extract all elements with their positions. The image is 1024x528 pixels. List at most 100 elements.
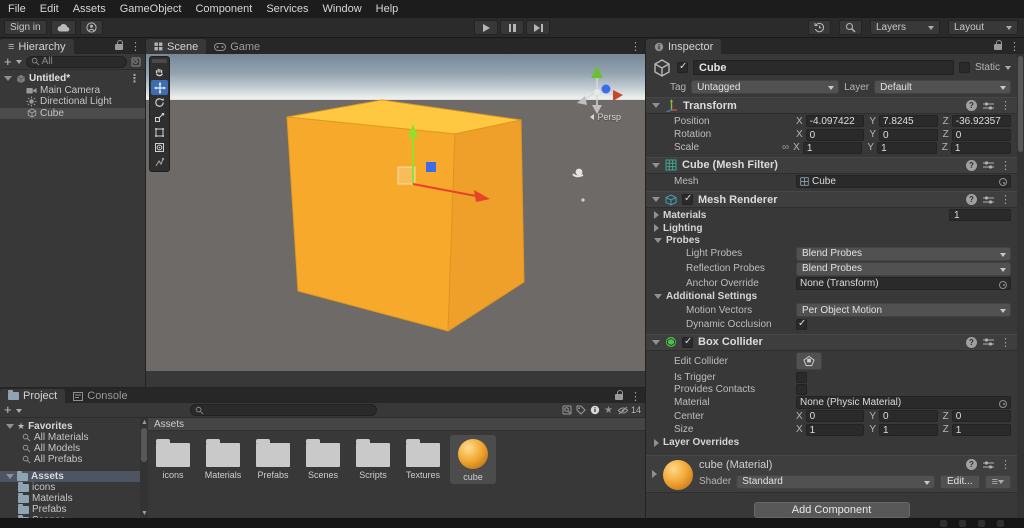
component-menu-icon[interactable] (1000, 336, 1011, 349)
component-enabled-checkbox[interactable] (682, 194, 693, 205)
asset-folder-scenes[interactable]: Scenes (300, 435, 346, 484)
light-probes-dropdown[interactable]: Blend Probes (796, 247, 1011, 261)
material-foldout-icon[interactable] (652, 470, 657, 478)
shader-dropdown[interactable]: Standard (736, 475, 935, 489)
anchor-override-field[interactable]: None (Transform) (796, 277, 1011, 290)
hierarchy-item-main-camera[interactable]: Main Camera (0, 85, 145, 97)
help-icon[interactable] (966, 459, 977, 470)
inspector-scrollbar[interactable] (1017, 54, 1024, 518)
tree-folder-icons[interactable]: icons (0, 482, 140, 493)
assets-root-row[interactable]: Assets (0, 471, 140, 482)
dynamic-occlusion-checkbox[interactable] (796, 319, 807, 330)
tab-project[interactable]: Project (0, 389, 65, 403)
preset-icon[interactable] (983, 460, 994, 470)
pause-button[interactable] (500, 20, 524, 35)
reflection-probes-dropdown[interactable]: Blend Probes (796, 262, 1011, 276)
object-picker-icon[interactable] (999, 400, 1007, 408)
center-z-field[interactable]: 0 (952, 410, 1011, 422)
favorite-all-prefabs[interactable]: All Prefabs (0, 454, 140, 465)
material-menu-button[interactable] (985, 475, 1011, 489)
menu-gameobject[interactable]: GameObject (120, 3, 182, 15)
hierarchy-item-cube[interactable]: Cube (0, 108, 145, 120)
mesh-object-field[interactable]: Cube (796, 175, 1011, 188)
add-component-button[interactable]: Add Component (754, 502, 910, 518)
project-tree-scrollbar[interactable]: ▲ ▼ (140, 418, 148, 518)
help-icon[interactable] (966, 194, 977, 205)
preset-icon[interactable] (983, 160, 994, 170)
hierarchy-item-directional-light[interactable]: Directional Light (0, 96, 145, 108)
active-checkbox[interactable] (677, 62, 688, 73)
material-preview-sphere[interactable] (663, 460, 693, 490)
component-menu-icon[interactable] (1000, 458, 1011, 471)
foldout-closed-icon[interactable] (654, 211, 659, 219)
size-y-field[interactable]: 1 (879, 424, 938, 436)
rotate-tool[interactable] (151, 95, 168, 110)
scene-menu-icon[interactable] (129, 72, 140, 85)
tag-dropdown[interactable]: Untagged (691, 80, 839, 94)
center-x-field[interactable]: 0 (806, 410, 865, 422)
static-dropdown-caret[interactable] (1005, 66, 1011, 73)
preset-icon[interactable] (983, 337, 994, 347)
lock-icon[interactable] (615, 394, 623, 400)
layout-dropdown[interactable]: Layout (948, 20, 1018, 35)
lighting-foldout[interactable]: Lighting (646, 222, 1017, 233)
transform-tool[interactable] (151, 140, 168, 155)
lock-icon[interactable] (994, 44, 1002, 50)
menu-edit[interactable]: Edit (40, 3, 59, 15)
edit-collider-button[interactable] (796, 352, 822, 370)
favorite-all-models[interactable]: All Models (0, 443, 140, 454)
box-collider-header[interactable]: Box Collider (646, 334, 1017, 351)
menu-component[interactable]: Component (195, 3, 252, 15)
component-enabled-checkbox[interactable] (682, 337, 693, 348)
object-picker-icon[interactable] (999, 178, 1007, 186)
shader-edit-button[interactable]: Edit... (940, 475, 980, 489)
panel-menu-icon[interactable] (630, 40, 641, 53)
tab-scene[interactable]: Scene (146, 39, 206, 54)
foldout-open-icon[interactable] (652, 103, 660, 108)
scale-tool[interactable] (151, 110, 168, 125)
create-dropdown-caret[interactable] (16, 409, 22, 416)
panel-menu-icon[interactable] (130, 40, 141, 53)
rotation-y-field[interactable]: 0 (879, 129, 938, 141)
transform-header[interactable]: Transform (646, 97, 1017, 114)
scene-viewport[interactable]: Persp (146, 54, 645, 371)
mesh-filter-header[interactable]: Cube (Mesh Filter) (646, 157, 1017, 174)
foldout-closed-icon[interactable] (654, 439, 659, 447)
center-y-field[interactable]: 0 (879, 410, 938, 422)
materials-foldout[interactable]: Materials 1 (646, 209, 1017, 221)
hierarchy-scene-row[interactable]: Untitled* (0, 73, 145, 85)
asset-folder-scripts[interactable]: Scripts (350, 435, 396, 484)
menu-window[interactable]: Window (323, 3, 362, 15)
size-z-field[interactable]: 1 (952, 424, 1011, 436)
help-icon[interactable] (966, 100, 977, 111)
asset-folder-textures[interactable]: Textures (400, 435, 446, 484)
create-button[interactable]: + (4, 57, 12, 67)
component-menu-icon[interactable] (1000, 99, 1011, 112)
size-x-field[interactable]: 1 (806, 424, 865, 436)
scale-link-icon[interactable]: ∞ (782, 142, 789, 153)
info-icon[interactable] (590, 405, 600, 415)
component-menu-icon[interactable] (1000, 159, 1011, 172)
asset-folder-icons[interactable]: icons (150, 435, 196, 484)
menu-assets[interactable]: Assets (73, 3, 106, 15)
additional-settings-foldout[interactable]: Additional Settings (646, 291, 1017, 302)
search-by-type-icon[interactable] (562, 405, 572, 415)
step-button[interactable] (526, 20, 550, 35)
tab-hierarchy[interactable]: Hierarchy (0, 39, 74, 54)
menu-services[interactable]: Services (266, 3, 308, 15)
layer-dropdown[interactable]: Default (874, 80, 1011, 94)
tree-folder-prefabs[interactable]: Prefabs (0, 504, 140, 515)
foldout-open-icon[interactable] (4, 76, 12, 81)
object-picker-icon[interactable] (999, 281, 1007, 289)
favorite-all-materials[interactable]: All Materials (0, 432, 140, 443)
probes-foldout[interactable]: Probes (646, 235, 1017, 246)
tool-strip-grip[interactable] (152, 59, 167, 63)
physic-material-field[interactable]: None (Physic Material) (796, 396, 1011, 409)
panel-menu-icon[interactable] (1009, 40, 1020, 53)
create-button[interactable]: + (4, 405, 12, 415)
move-tool[interactable] (151, 80, 168, 95)
hidden-items-toggle[interactable]: 14 (617, 405, 641, 415)
menu-help[interactable]: Help (376, 3, 399, 15)
search-filter-icon[interactable] (131, 57, 141, 67)
position-y-field[interactable]: 7.8245 (879, 115, 938, 127)
